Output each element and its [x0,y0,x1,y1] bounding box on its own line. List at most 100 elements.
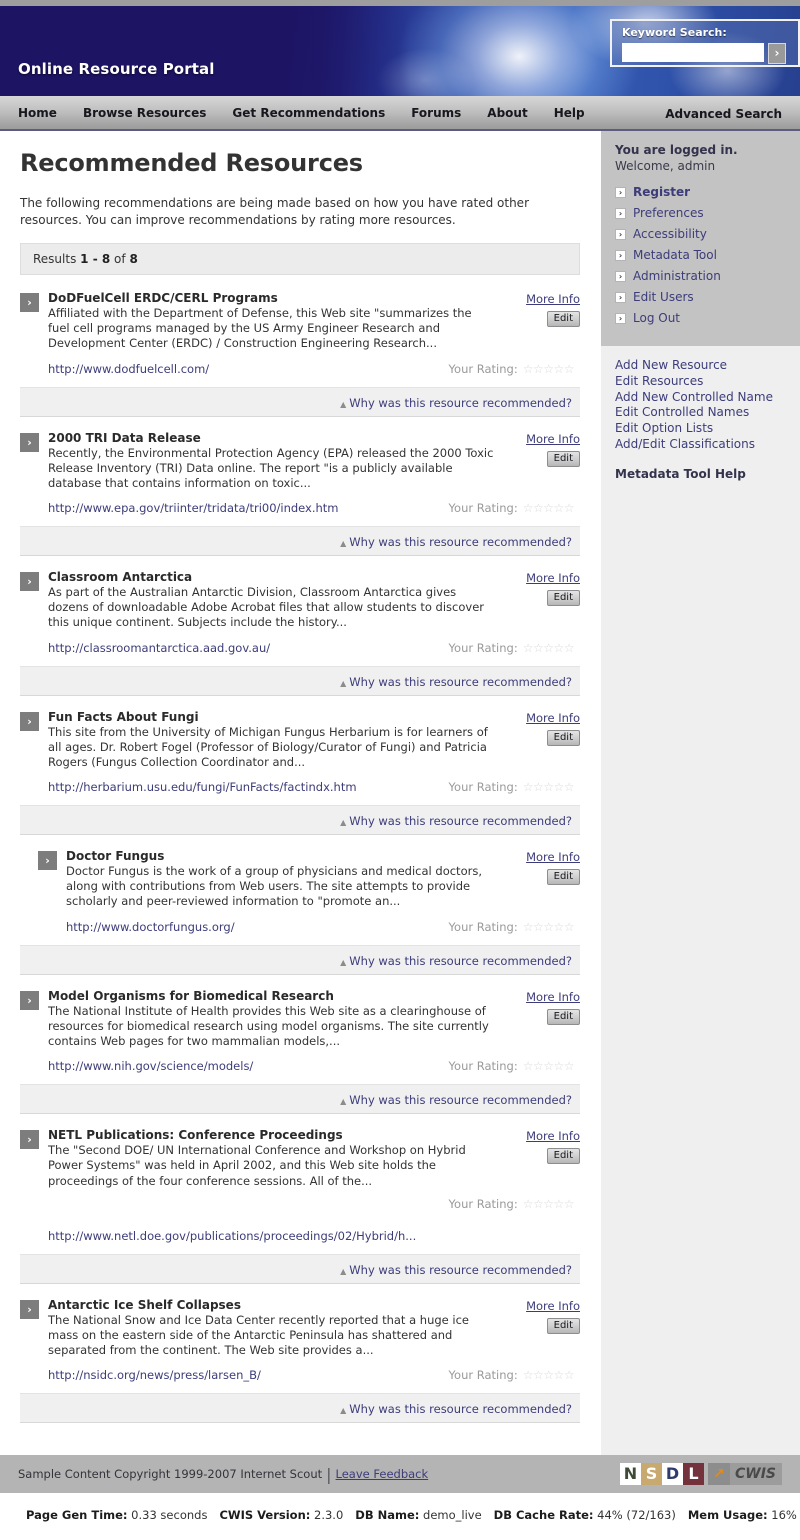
sidebar-item-register[interactable]: › Register [615,185,786,199]
more-info-link[interactable]: More Info [502,1299,580,1313]
resource-title-link[interactable]: DoDFuelCell ERDC/CERL Programs [48,291,496,305]
resource-main-row: › Model Organisms for Biomedical Research… [20,989,580,1050]
resource-title-link[interactable]: 2000 TRI Data Release [48,431,496,445]
sidebar-tool-edit-controlled-names[interactable]: Edit Controlled Names [615,405,786,421]
resource-url-link[interactable]: http://www.dodfuelcell.com/ [48,362,209,376]
sidebar-tool-add-new-controlled-name[interactable]: Add New Controlled Name [615,390,786,406]
resource-title-link[interactable]: Fun Facts About Fungi [48,710,496,724]
nav-left-group: Home Browse Resources Get Recommendation… [16,106,598,120]
why-recommended-link[interactable]: Why was this resource recommended? [349,814,572,828]
why-recommended-link[interactable]: Why was this resource recommended? [349,1263,572,1277]
star-rating-icon[interactable]: ☆☆☆☆☆ [523,362,575,376]
sidebar-item-edit-users[interactable]: › Edit Users [615,290,786,304]
why-recommended-link[interactable]: Why was this resource recommended? [349,1093,572,1107]
resource-actions: More Info Edit [502,431,580,467]
resource-title-link[interactable]: Classroom Antarctica [48,570,496,584]
more-info-link[interactable]: More Info [502,571,580,585]
chevron-right-icon[interactable]: › [20,293,39,313]
chevron-right-icon: › [615,312,626,324]
nav-item-browse-resources[interactable]: Browse Resources [70,106,219,120]
resource-title-link[interactable]: Antarctic Ice Shelf Collapses [48,1298,496,1312]
why-recommended-link[interactable]: Why was this resource recommended? [349,675,572,689]
edit-button[interactable]: Edit [546,1148,580,1165]
star-rating-icon[interactable]: ☆☆☆☆☆ [523,641,575,655]
edit-button[interactable]: Edit [546,729,580,746]
resource-title-link[interactable]: NETL Publications: Conference Proceeding… [48,1128,496,1142]
why-recommended-link[interactable]: Why was this resource recommended? [349,535,572,549]
resource-divider [20,415,580,417]
sidebar-item-label: Metadata Tool [633,248,717,262]
resource-url-link[interactable]: http://www.epa.gov/triinter/tridata/tri0… [48,501,339,515]
edit-button[interactable]: Edit [546,311,580,328]
star-rating-icon[interactable]: ☆☆☆☆☆ [523,501,575,515]
cwis-logo[interactable]: ↗ CWIS [707,1463,782,1486]
resource-url-link[interactable]: http://nsidc.org/news/press/larsen_B/ [48,1368,261,1382]
nsdl-logo[interactable]: N S D L [619,1463,704,1486]
chevron-right-icon[interactable]: › [20,990,39,1010]
star-rating-icon[interactable]: ☆☆☆☆☆ [523,920,575,934]
chevron-right-icon[interactable]: › [20,711,39,731]
sidebar-item-accessibility[interactable]: › Accessibility [615,227,786,241]
resource-title-link[interactable]: Doctor Fungus [66,849,496,863]
star-rating-icon[interactable]: ☆☆☆☆☆ [523,1197,575,1211]
rating-label: Your Rating: [448,361,518,376]
resource-main-row: › DoDFuelCell ERDC/CERL Programs Affiliate… [20,291,580,352]
results-of: of [114,252,126,267]
resource-meta-row: http://www.epa.gov/triinter/tridata/tri0… [20,501,580,515]
nav-item-about[interactable]: About [474,106,540,120]
resource-url-link[interactable]: http://www.netl.doe.gov/publications/pro… [48,1229,574,1243]
rating-label: Your Rating: [448,1059,518,1074]
resource-url-link[interactable]: http://www.doctorfungus.org/ [66,920,235,934]
results-total: 8 [129,252,138,267]
resource-title-link[interactable]: Model Organisms for Biomedical Research [48,989,496,1003]
edit-button[interactable]: Edit [546,590,580,607]
resource-url-link[interactable]: http://herbarium.usu.edu/fungi/FunFacts/… [48,780,357,794]
nav-item-forums[interactable]: Forums [398,106,474,120]
chevron-right-icon[interactable]: › [20,1130,39,1150]
nav-item-home[interactable]: Home [16,106,70,120]
chevron-right-icon[interactable]: › [20,432,39,452]
resource-url-link[interactable]: http://classroomantarctica.aad.gov.au/ [48,641,270,655]
nav-item-help[interactable]: Help [541,106,598,120]
star-rating-icon[interactable]: ☆☆☆☆☆ [523,780,575,794]
sidebar-item-preferences[interactable]: › Preferences [615,206,786,220]
more-info-link[interactable]: More Info [502,432,580,446]
edit-button[interactable]: Edit [546,450,580,467]
more-info-link[interactable]: More Info [502,292,580,306]
edit-button[interactable]: Edit [546,1317,580,1334]
nsdl-logo-letter-l: L [682,1463,704,1486]
more-info-link[interactable]: More Info [502,711,580,725]
resource-item: › Fun Facts About Fungi This site from the… [20,708,580,836]
nav-item-advanced-search[interactable]: Advanced Search [663,107,784,121]
star-rating-icon[interactable]: ☆☆☆☆☆ [523,1059,575,1073]
sidebar-tool-add-edit-classifications[interactable]: Add/Edit Classifications [615,437,786,453]
more-info-link[interactable]: More Info [502,1129,580,1143]
sidebar-tool-edit-option-lists[interactable]: Edit Option Lists [615,421,786,437]
why-recommended-link[interactable]: Why was this resource recommended? [349,954,572,968]
more-info-link[interactable]: More Info [502,990,580,1004]
sidebar-item-metadata-tool[interactable]: › Metadata Tool [615,248,786,262]
leave-feedback-link[interactable]: Leave Feedback [336,1467,429,1481]
nav-item-get-recommendations[interactable]: Get Recommendations [219,106,398,120]
sidebar-tool-edit-resources[interactable]: Edit Resources [615,374,786,390]
star-rating-icon[interactable]: ☆☆☆☆☆ [523,1368,575,1382]
resource-body: Fun Facts About Fungi This site from the … [39,710,502,771]
edit-button[interactable]: Edit [546,1008,580,1025]
search-input[interactable] [622,43,764,62]
resource-url-link[interactable]: http://www.nih.gov/science/models/ [48,1059,253,1073]
why-recommended-link[interactable]: Why was this resource recommended? [349,396,572,410]
why-recommended-link[interactable]: Why was this resource recommended? [349,1402,572,1416]
sidebar-item-administration[interactable]: › Administration [615,269,786,283]
sidebar-item-metadata-tool-help[interactable]: Metadata Tool Help [615,467,786,481]
chevron-right-icon[interactable]: › [20,572,39,592]
sidebar-item-log-out[interactable]: › Log Out [615,311,786,325]
keyword-search-box: Keyword Search: › [610,19,800,67]
why-recommended-row: ▲ Why was this resource recommended? [20,386,580,416]
chevron-right-icon[interactable]: › [20,1299,39,1319]
rating-widget: Your Rating: ☆☆☆☆☆ [448,1059,575,1074]
chevron-right-icon[interactable]: › [38,851,57,871]
search-submit-button[interactable]: › [768,43,786,64]
sidebar-tool-add-new-resource[interactable]: Add New Resource [615,358,786,374]
more-info-link[interactable]: More Info [502,850,580,864]
edit-button[interactable]: Edit [546,869,580,886]
